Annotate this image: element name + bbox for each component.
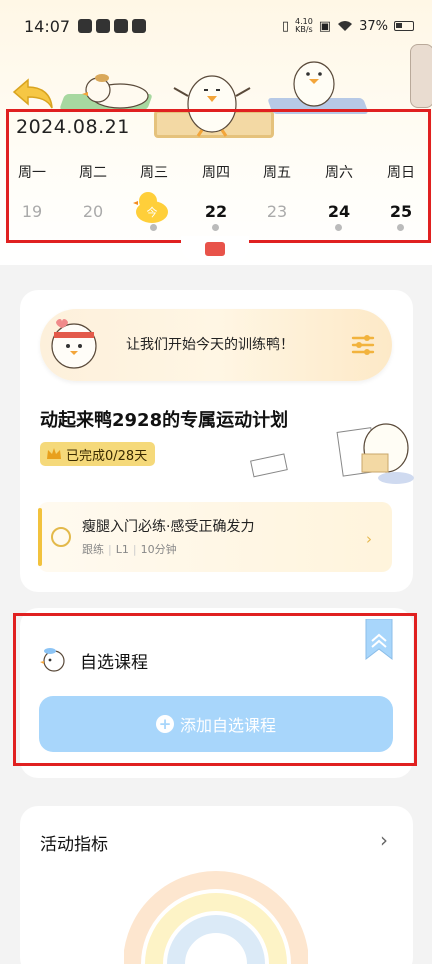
coach-duck-icon (51, 319, 97, 369)
weekday-label: 周六 (325, 165, 353, 181)
plus-icon: + (155, 715, 174, 733)
today-duck-icon[interactable]: 今 (132, 190, 172, 224)
add-custom-course-label: 添加自选课程 (179, 716, 276, 735)
status-time: 14:07 (24, 16, 71, 36)
battery-percent: 37% (359, 18, 388, 34)
weekday-label: 周三 (140, 165, 168, 181)
duck-head-icon (40, 648, 65, 672)
day-cell[interactable]: 25 (376, 202, 426, 221)
lesson-type: 跟练 (82, 543, 104, 556)
crown-icon (47, 448, 61, 459)
lesson-title: 瘦腿入门必练·感受正确发力 (82, 519, 255, 535)
activity-dot (397, 224, 404, 231)
weekday-label: 周五 (263, 165, 291, 181)
network-speed: 4.10 KB/s (295, 18, 313, 34)
weekday-label: 周二 (79, 165, 107, 181)
punching-bag-icon (410, 44, 432, 108)
duck-lying-icon (82, 74, 149, 109)
activity-rings-chart (124, 871, 308, 964)
activity-dot (335, 224, 342, 231)
weekday-label: 周四 (202, 165, 230, 181)
mail-notification-icon (96, 19, 111, 33)
battery-icon (394, 21, 414, 31)
add-custom-course-button[interactable]: + 添加自选课程 (39, 696, 393, 752)
activity-dot (212, 224, 219, 231)
network-speed-unit: KB/s (295, 25, 313, 34)
lesson-meta: 跟练 | L1 | 10分钟 (82, 543, 177, 556)
custom-courses-title: 自选课程 (80, 653, 148, 673)
chevron-right-icon[interactable]: › (380, 828, 388, 852)
status-right: ▯ 4.10 KB/s ▣ 37% (282, 18, 414, 34)
weekday-label: 周日 (387, 165, 415, 181)
back-arrow-icon[interactable] (10, 76, 56, 110)
day-cell[interactable]: 22 (191, 202, 241, 221)
lesson-checkbox[interactable] (51, 527, 71, 547)
day-number-row: 19 20 22 23 24 25 (0, 196, 432, 236)
bookmark-icon[interactable] (364, 619, 394, 661)
lesson-item[interactable] (38, 502, 392, 572)
notification-icons (78, 19, 147, 33)
chevron-right-icon[interactable]: › (366, 530, 372, 548)
weekday-row: 周一 周二 周三 周四 周五 周六 周日 (0, 162, 432, 182)
app-notification-icon (78, 19, 93, 33)
lesson-level: L1 (115, 543, 129, 556)
weekday-label: 周一 (18, 165, 46, 181)
progress-badge: 已完成0/28天 (40, 442, 156, 466)
adjust-settings-icon[interactable] (350, 332, 376, 358)
current-date: 2024.08.21 (16, 116, 130, 138)
duck-sitting-icon (293, 61, 335, 107)
status-bar: 14:07 ▯ 4.10 KB/s ▣ 37% (0, 0, 432, 52)
banner-text: 让我们开始今天的训练鸭！ (126, 337, 294, 353)
activity-metrics-title: 活动指标 (40, 835, 108, 855)
tiktok-notification-icon (132, 19, 147, 33)
vibrate-icon: ▯ (281, 18, 289, 34)
lesson-duration: 10分钟 (140, 543, 177, 556)
duck-reading-illustration (250, 423, 414, 484)
lesson-accent-bar (38, 508, 42, 566)
wifi-icon (338, 21, 353, 31)
expand-handle-icon[interactable] (205, 242, 225, 256)
today-label: 今 (147, 205, 158, 219)
day-cell[interactable]: 19 (7, 202, 57, 221)
sim-icon: ▣ (318, 18, 332, 34)
progress-text: 已完成0/28天 (66, 448, 148, 464)
day-cell[interactable]: 23 (252, 202, 302, 221)
activity-dot (150, 224, 157, 231)
day-cell[interactable]: 24 (314, 202, 364, 221)
cat-app-notification-icon (114, 19, 129, 33)
day-cell[interactable]: 20 (68, 202, 118, 221)
